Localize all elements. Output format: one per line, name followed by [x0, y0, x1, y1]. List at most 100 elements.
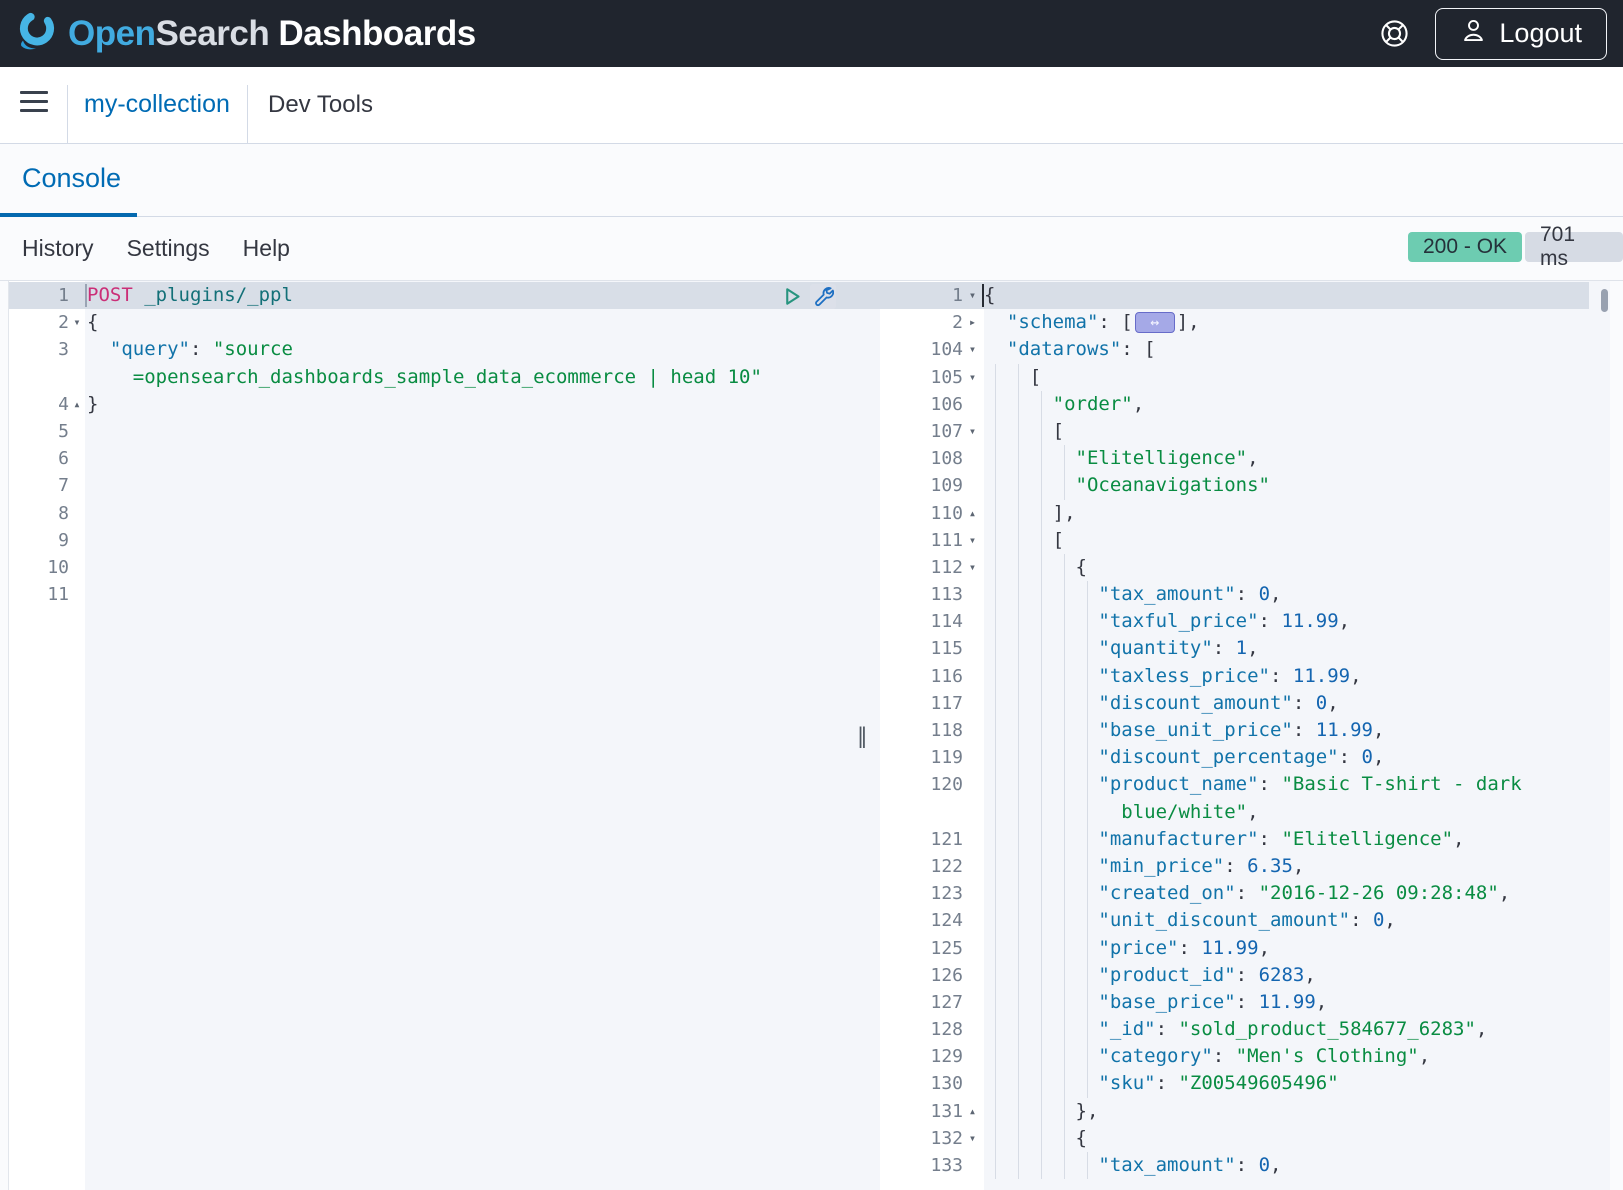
- line-number: 133: [880, 1152, 963, 1179]
- code-line[interactable]: 7: [9, 472, 880, 499]
- code-line[interactable]: 125 "price": 11.99,: [880, 935, 1623, 962]
- code-text: [85, 418, 880, 445]
- line-number: 131: [880, 1098, 963, 1125]
- fold-collapsed-icon[interactable]: ▸: [963, 309, 982, 336]
- fold-end-icon[interactable]: ▴: [963, 500, 982, 527]
- code-token: "price": [1098, 937, 1178, 959]
- send-request-play-icon[interactable]: [782, 285, 803, 308]
- line-number: [880, 799, 963, 826]
- code-line[interactable]: 126 "product_id": 6283,: [880, 962, 1623, 989]
- code-line[interactable]: =opensearch_dashboards_sample_data_ecomm…: [9, 364, 880, 391]
- code-line[interactable]: 9: [9, 527, 880, 554]
- code-line[interactable]: 115 "quantity": 1,: [880, 635, 1623, 662]
- status-badge: 200 - OK: [1408, 232, 1522, 262]
- indent-guide: [1064, 1016, 1065, 1043]
- indent-guide: [1064, 1098, 1065, 1125]
- fold-open-icon[interactable]: ▾: [963, 282, 982, 309]
- code-line[interactable]: 105▾ [: [880, 364, 1623, 391]
- code-line[interactable]: 131▴ },: [880, 1098, 1623, 1125]
- logout-button[interactable]: Logout: [1435, 8, 1607, 60]
- code-line[interactable]: 5: [9, 418, 880, 445]
- wrench-icon[interactable]: [810, 284, 836, 309]
- code-token: :: [1259, 828, 1282, 850]
- code-line[interactable]: 111▾ [: [880, 527, 1623, 554]
- menu-icon[interactable]: [20, 91, 48, 112]
- code-text: }: [85, 391, 880, 418]
- code-line[interactable]: 122 "min_price": 6.35,: [880, 853, 1623, 880]
- indent-guide: [1041, 445, 1042, 472]
- panel-splitter-handle[interactable]: ‖: [857, 724, 868, 748]
- code-line[interactable]: 119 "discount_percentage": 0,: [880, 744, 1623, 771]
- code-line[interactable]: 109 "Oceanavigations": [880, 472, 1623, 499]
- code-line[interactable]: 130 "sku": "Z00549605496": [880, 1070, 1623, 1097]
- code-line[interactable]: 114 "taxful_price": 11.99,: [880, 608, 1623, 635]
- menu-item-history[interactable]: History: [22, 235, 94, 262]
- breadcrumb-collection[interactable]: my-collection: [84, 90, 230, 119]
- fold-open-icon[interactable]: ▾: [963, 364, 982, 391]
- fold-open-icon[interactable]: ▾: [963, 336, 982, 363]
- code-line[interactable]: 8: [9, 500, 880, 527]
- menu-item-help[interactable]: Help: [243, 235, 290, 262]
- code-line[interactable]: 129 "category": "Men's Clothing",: [880, 1043, 1623, 1070]
- code-token: ,: [1350, 665, 1361, 687]
- code-line[interactable]: 113 "tax_amount": 0,: [880, 581, 1623, 608]
- indent-guide: [1018, 364, 1019, 391]
- code-token: :: [1259, 773, 1282, 795]
- indent-guide: [1064, 1152, 1065, 1179]
- fold-open-icon[interactable]: ▾: [963, 554, 982, 581]
- code-line[interactable]: 112▾ {: [880, 554, 1623, 581]
- code-line[interactable]: 110▴ ],: [880, 500, 1623, 527]
- line-number: 127: [880, 989, 963, 1016]
- code-line[interactable]: 2▸ "schema": [↔],: [880, 309, 1623, 336]
- code-line[interactable]: 133 "tax_amount": 0,: [880, 1152, 1623, 1179]
- code-line[interactable]: 127 "base_price": 11.99,: [880, 989, 1623, 1016]
- collapsed-fold-widget[interactable]: ↔: [1135, 312, 1175, 333]
- code-text: {: [982, 282, 1623, 309]
- code-line[interactable]: 121 "manufacturer": "Elitelligence",: [880, 826, 1623, 853]
- code-line[interactable]: blue/white",: [880, 799, 1623, 826]
- code-line[interactable]: 132▾ {: [880, 1125, 1623, 1152]
- code-line[interactable]: 2▾{: [9, 309, 880, 336]
- code-line[interactable]: 10: [9, 554, 880, 581]
- code-token: :: [1236, 991, 1259, 1013]
- code-line[interactable]: 104▾ "datarows": [: [880, 336, 1623, 363]
- code-line[interactable]: 6: [9, 445, 880, 472]
- code-line[interactable]: 116 "taxless_price": 11.99,: [880, 663, 1623, 690]
- line-number: 11: [9, 581, 69, 608]
- code-text: [85, 581, 880, 608]
- menu-item-settings[interactable]: Settings: [127, 235, 210, 262]
- fold-end-icon[interactable]: ▴: [963, 1098, 982, 1125]
- code-line[interactable]: 107▾ [: [880, 418, 1623, 445]
- help-icon[interactable]: [1379, 19, 1409, 49]
- request-editor[interactable]: 1POST _plugins/_ppl2▾{3 "query": "source…: [8, 281, 880, 1190]
- fold-open-icon[interactable]: ▾: [69, 309, 85, 336]
- code-line[interactable]: 106 "order",: [880, 391, 1623, 418]
- code-line[interactable]: 11: [9, 581, 880, 608]
- code-token: :: [1236, 964, 1259, 986]
- code-line[interactable]: 108 "Elitelligence",: [880, 445, 1623, 472]
- scrollbar-thumb[interactable]: [1601, 289, 1608, 312]
- code-token: [984, 474, 1076, 496]
- code-line[interactable]: 118 "base_unit_price": 11.99,: [880, 717, 1623, 744]
- response-editor[interactable]: 1▾{2▸ "schema": [↔],104▾ "datarows": [10…: [880, 281, 1623, 1190]
- code-line[interactable]: 1POST _plugins/_ppl: [9, 282, 880, 309]
- indent-guide: [1087, 581, 1088, 608]
- code-line[interactable]: 117 "discount_amount": 0,: [880, 690, 1623, 717]
- code-text: "_id": "sold_product_584677_6283",: [982, 1016, 1623, 1043]
- code-line[interactable]: 120 "product_name": "Basic T-shirt - dar…: [880, 771, 1623, 798]
- fold-open-icon[interactable]: ▾: [963, 1125, 982, 1152]
- indent-guide: [1041, 391, 1042, 418]
- text-cursor: [85, 284, 87, 307]
- tab-console[interactable]: Console: [22, 163, 121, 194]
- code-line[interactable]: 3 "query": "source: [9, 336, 880, 363]
- indent-guide: [1041, 1098, 1042, 1125]
- code-line[interactable]: 123 "created_on": "2016-12-26 09:28:48",: [880, 880, 1623, 907]
- fold-spacer: [69, 554, 85, 581]
- code-line[interactable]: 128 "_id": "sold_product_584677_6283",: [880, 1016, 1623, 1043]
- code-line[interactable]: 4▴}: [9, 391, 880, 418]
- fold-open-icon[interactable]: ▾: [963, 418, 982, 445]
- code-line[interactable]: 124 "unit_discount_amount": 0,: [880, 907, 1623, 934]
- fold-end-icon[interactable]: ▴: [69, 391, 85, 418]
- code-line[interactable]: 1▾{: [880, 282, 1623, 309]
- fold-open-icon[interactable]: ▾: [963, 527, 982, 554]
